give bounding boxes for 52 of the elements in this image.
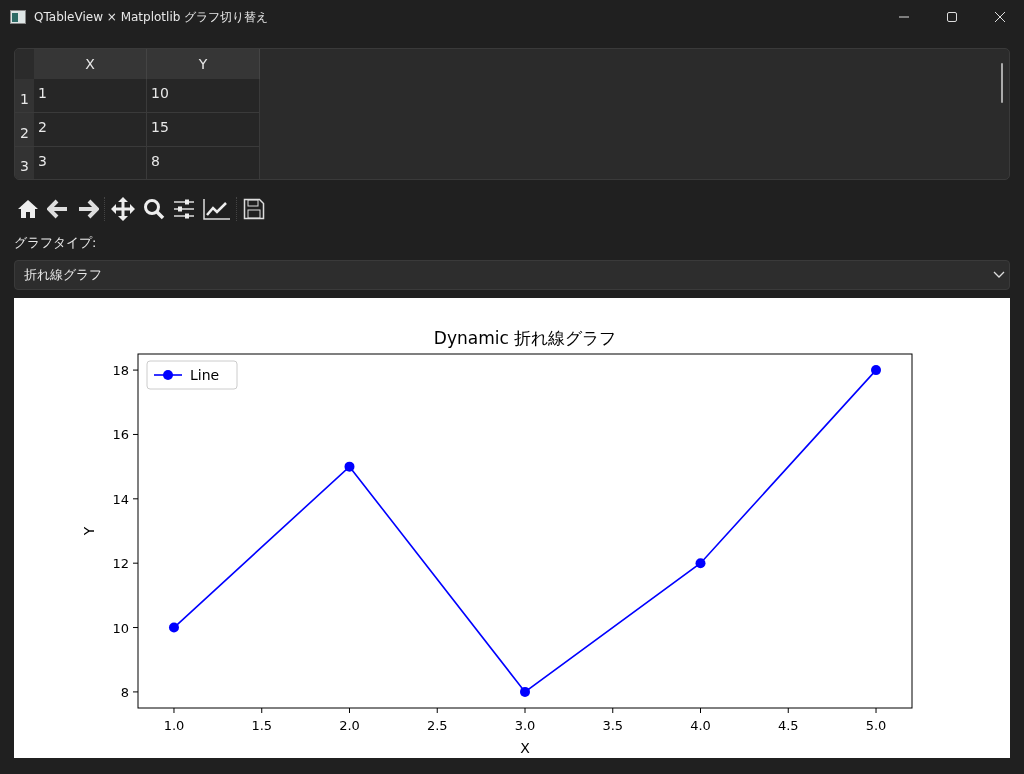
table-cell[interactable]: 3: [34, 147, 147, 179]
data-point: [169, 622, 179, 633]
x-axis-label: X: [520, 740, 530, 756]
column-header[interactable]: X: [34, 49, 147, 79]
search-icon: [143, 198, 165, 220]
row-header[interactable]: 1: [15, 79, 34, 113]
data-point: [695, 558, 706, 569]
close-icon: [994, 11, 1006, 23]
move-arrows-icon: [111, 197, 135, 221]
x-tick-label: 1.0: [163, 718, 185, 733]
line-chart-icon: [203, 198, 231, 220]
data-point: [871, 365, 881, 376]
graph-type-dropdown[interactable]: 折れ線グラフ: [14, 260, 1010, 290]
table-cell[interactable]: 2: [34, 113, 147, 147]
app-icon: [10, 10, 26, 24]
table-cell[interactable]: 8: [147, 147, 260, 179]
x-tick-label: 2.5: [426, 718, 448, 733]
graph-type-label: グラフタイプ:: [14, 234, 98, 252]
save-icon: [243, 198, 265, 220]
window-title: QTableView × Matplotlib グラフ切り替え: [34, 8, 270, 26]
table-cell[interactable]: 1: [34, 79, 147, 113]
y-tick-label: 14: [112, 491, 129, 507]
y-tick-label: 16: [112, 427, 129, 443]
x-tick-label: 5.0: [865, 718, 887, 733]
data-point: [520, 686, 530, 697]
right-arrow-icon: [77, 199, 99, 219]
x-tick-label: 2.0: [339, 718, 360, 733]
sliders-icon: [173, 199, 195, 219]
data-point: [344, 461, 355, 472]
scrollbar[interactable]: [1001, 63, 1003, 103]
table-cell[interactable]: 10: [147, 79, 260, 113]
y-axis-label: Y: [81, 526, 97, 536]
x-tick-label: 3.5: [602, 718, 624, 733]
left-arrow-icon: [47, 199, 69, 219]
y-tick-label: 8: [120, 684, 129, 700]
x-tick-label: 1.5: [251, 718, 273, 733]
x-tick-label: 4.0: [690, 718, 711, 733]
column-header[interactable]: Y: [147, 49, 260, 79]
legend-line-marker-icon: [153, 370, 183, 380]
home-icon: [17, 199, 39, 219]
row-header[interactable]: 3: [15, 147, 34, 179]
table-cell[interactable]: 15: [147, 113, 260, 147]
row-header[interactable]: 2: [15, 113, 34, 147]
x-tick-label: 3.0: [514, 718, 536, 733]
chevron-down-icon: [993, 271, 1005, 279]
maximize-icon: [946, 11, 958, 23]
y-tick-label: 12: [112, 556, 129, 572]
y-tick-label: 18: [112, 363, 129, 379]
legend-label: Line: [190, 367, 220, 383]
chart-title: Dynamic 折れ線グラフ: [433, 328, 617, 348]
y-tick-label: 10: [112, 620, 129, 636]
x-tick-label: 4.5: [777, 718, 799, 733]
